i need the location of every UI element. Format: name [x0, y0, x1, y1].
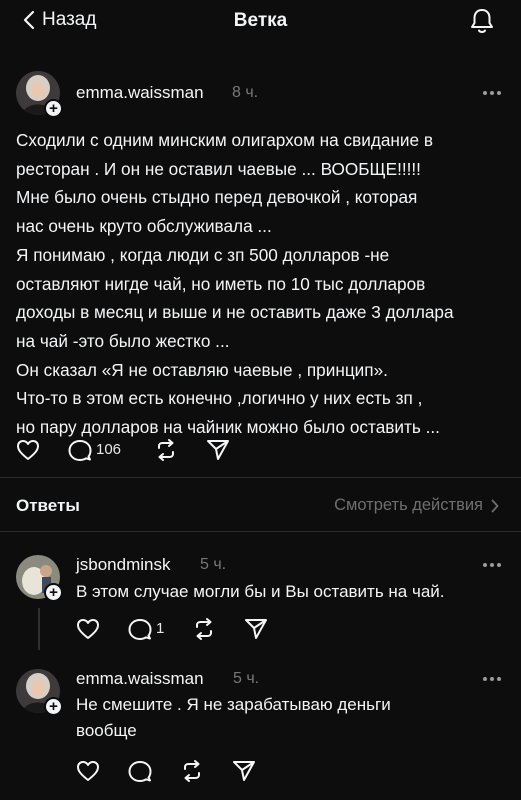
post-line: доходы в месяц и выше и не оставить даже…: [16, 302, 454, 323]
reply-username[interactable]: emma.waissman: [76, 669, 204, 689]
post-line: Я понимаю , когда люди с зп 500 долларов…: [16, 244, 390, 265]
reply-line: Не смешите . Я не зарабатываю деньги: [76, 695, 391, 714]
reply-avatar[interactable]: +: [16, 669, 63, 716]
divider: [0, 477, 521, 478]
heart-icon[interactable]: [76, 760, 100, 782]
follow-plus-icon[interactable]: +: [44, 99, 63, 118]
view-actions-label: Смотреть действия: [334, 496, 483, 514]
post-line: ресторан . И он не оставил чаевые ... ВО…: [16, 158, 421, 179]
follow-plus-icon[interactable]: +: [44, 697, 63, 716]
post-username[interactable]: emma.waissman: [76, 83, 204, 103]
post-line: нас очень круто обслуживала ...: [16, 216, 272, 237]
post-avatar[interactable]: +: [16, 71, 63, 118]
post-line: на чай -это было жестко ...: [16, 330, 230, 351]
post-line: Он сказал «Я не оставляю чаевые , принци…: [16, 359, 388, 380]
reply-time: 5 ч.: [233, 670, 260, 687]
reply-username[interactable]: jsbondminsk: [76, 555, 171, 575]
comment-icon[interactable]: [68, 439, 92, 462]
page-title: Ветка: [233, 10, 288, 31]
post-time: 8 ч.: [232, 84, 259, 101]
heart-icon[interactable]: [16, 439, 40, 461]
thread-line: [38, 608, 40, 650]
post-line: Сходили с одним минским олигархом на сви…: [16, 130, 433, 150]
reply-avatar[interactable]: +: [16, 555, 63, 602]
more-options-icon[interactable]: [482, 562, 502, 568]
bell-icon[interactable]: [469, 7, 495, 35]
post-line: но пару долларов на чайник можно было ос…: [16, 417, 440, 438]
more-options-icon[interactable]: [482, 676, 502, 682]
comment-icon[interactable]: [128, 760, 152, 783]
reply-count: 1: [156, 620, 165, 637]
more-options-icon[interactable]: [482, 90, 502, 96]
reply-line: В этом случае могли бы и Вы оставить на …: [76, 582, 445, 601]
repost-icon[interactable]: [192, 618, 216, 640]
reply-body: В этом случае могли бы и Вы оставить на …: [76, 579, 445, 605]
reply-line: вообще: [76, 721, 137, 740]
post-body: Сходили с одним минским олигархом на сви…: [16, 126, 508, 442]
reply-body: Не смешите . Я не зарабатываю деньги воо…: [76, 692, 391, 744]
reply-time: 5 ч.: [200, 556, 227, 573]
comment-icon[interactable]: [128, 618, 152, 641]
share-icon[interactable]: [206, 439, 230, 461]
replies-heading: Ответы: [16, 496, 80, 515]
divider: [0, 531, 521, 532]
post-line: оставляют нигде чай, но иметь по 10 тыс …: [16, 273, 426, 294]
view-actions-link[interactable]: Смотреть действия: [334, 496, 499, 515]
heart-icon[interactable]: [76, 618, 100, 640]
post-line: Что-то в этом есть конечно ,логично у ни…: [16, 388, 423, 409]
reply-count: 106: [96, 441, 122, 458]
share-icon[interactable]: [232, 760, 256, 782]
top-bar: Назад Ветка: [0, 0, 521, 44]
post-line: Мне было очень стыдно перед девочкой , к…: [16, 187, 418, 208]
chevron-right-icon: [491, 499, 499, 512]
repost-icon[interactable]: [154, 439, 178, 461]
share-icon[interactable]: [244, 618, 268, 640]
repost-icon[interactable]: [180, 760, 204, 782]
follow-plus-icon[interactable]: +: [44, 583, 63, 602]
